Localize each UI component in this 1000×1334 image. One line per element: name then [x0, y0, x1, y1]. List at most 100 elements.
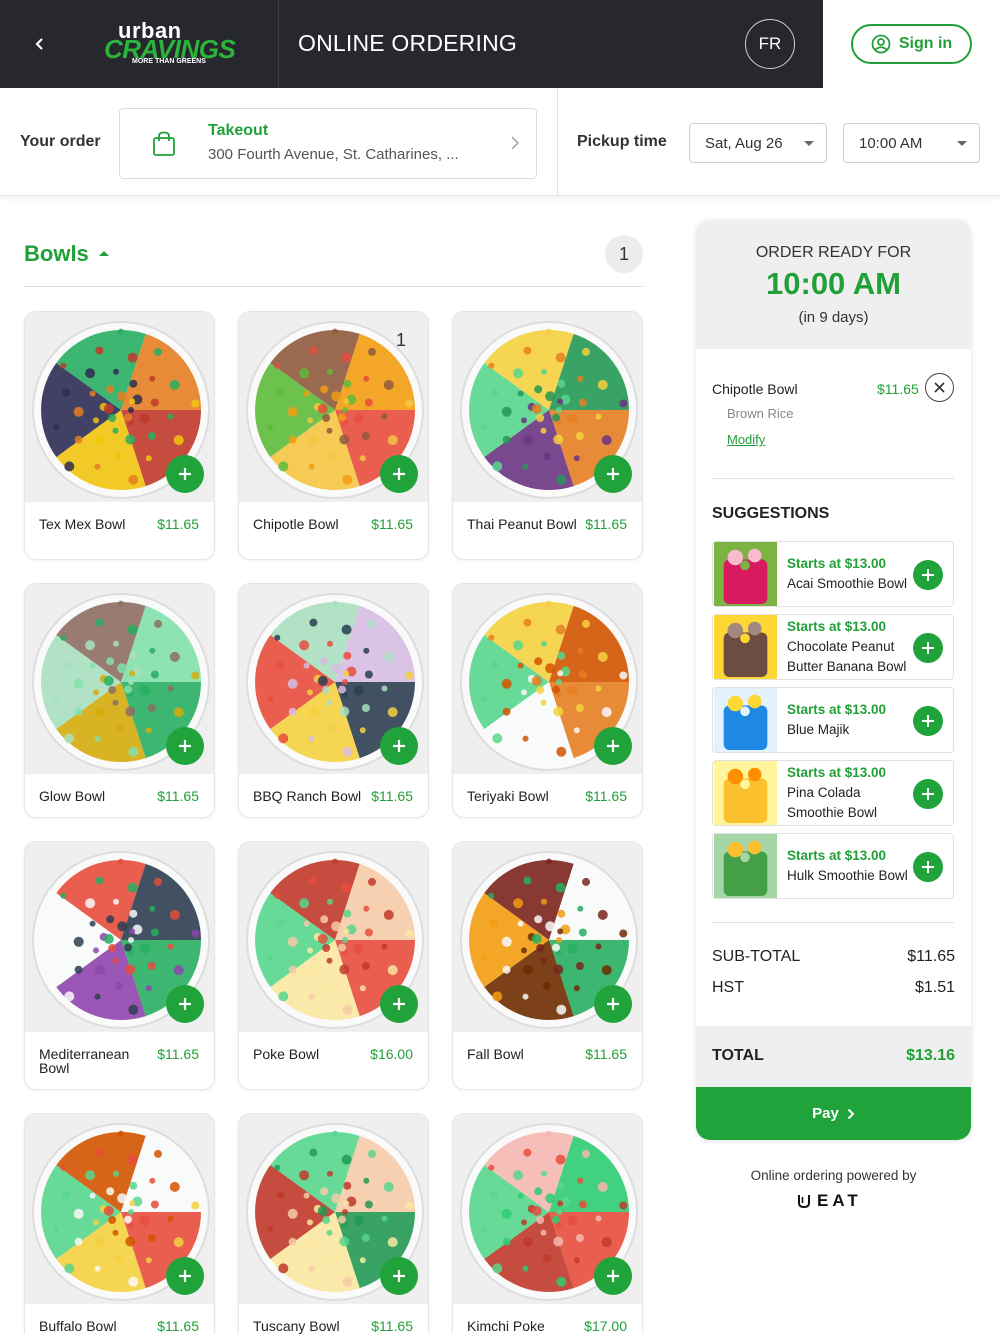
product-image	[25, 312, 214, 502]
add-to-cart-button[interactable]	[166, 985, 204, 1023]
product-price: $16.00	[370, 1046, 413, 1062]
product-name: Glow Bowl	[39, 788, 106, 804]
suggestion-item[interactable]: Starts at $13.00 Blue Majik	[712, 687, 954, 753]
product-price: $11.65	[371, 788, 413, 804]
plus-icon	[607, 998, 619, 1010]
add-to-cart-button[interactable]	[594, 1257, 632, 1295]
divider	[712, 478, 954, 479]
category-title: Bowls	[24, 241, 89, 266]
product-card[interactable]: Tuscany Bowl $11.65	[238, 1113, 429, 1334]
product-price: $11.65	[585, 1046, 627, 1062]
product-name: Teriyaki Bowl	[467, 788, 549, 804]
order-ready-days: (in 9 days)	[798, 309, 869, 326]
pickup-date-value: Sat, Aug 26	[705, 134, 783, 152]
product-image: 1	[239, 312, 428, 502]
order-ready-time: 10:00 AM	[766, 266, 901, 301]
pickup-time-label: Pickup time	[577, 133, 667, 150]
order-mode: Takeout	[208, 122, 269, 139]
signin-area: Sign in	[823, 0, 1000, 88]
subtotal-label: SUB-TOTAL	[712, 948, 801, 965]
brand-logo[interactable]: urban CRAVINGS MORE THAN GREENS	[94, 18, 236, 70]
product-name: BBQ Ranch Bowl	[253, 788, 362, 804]
add-suggestion-button[interactable]	[913, 560, 943, 590]
product-card[interactable]: Teriyaki Bowl $11.65	[452, 583, 643, 818]
product-card[interactable]: Fall Bowl $11.65	[452, 841, 643, 1090]
add-to-cart-button[interactable]	[594, 727, 632, 765]
product-price: $11.65	[157, 516, 199, 532]
product-card[interactable]: Kimchi Poke Bowl $17.00	[452, 1113, 643, 1334]
product-card[interactable]: Glow Bowl $11.65	[24, 583, 215, 818]
product-image	[25, 1114, 214, 1304]
product-name: Poke Bowl	[253, 1046, 320, 1062]
plus-icon	[393, 998, 405, 1010]
divider	[712, 922, 954, 923]
add-to-cart-button[interactable]	[594, 985, 632, 1023]
add-suggestion-button[interactable]	[913, 779, 943, 809]
plus-icon	[922, 861, 934, 873]
suggestion-name: Chocolate Peanut Butter Banana Bowl	[787, 639, 907, 674]
suggestion-name: Blue Majik	[787, 722, 850, 737]
add-to-cart-button[interactable]	[166, 455, 204, 493]
product-quantity-badge: 1	[395, 330, 406, 350]
add-to-cart-button[interactable]	[380, 1257, 418, 1295]
product-price: $11.65	[157, 1318, 199, 1334]
add-suggestion-button[interactable]	[913, 706, 943, 736]
add-to-cart-button[interactable]	[594, 455, 632, 493]
product-price: $11.65	[371, 1318, 413, 1334]
suggestion-thumbnail	[713, 761, 778, 825]
product-image	[239, 584, 428, 774]
sign-in-button[interactable]: Sign in	[851, 24, 972, 64]
plus-icon	[922, 788, 934, 800]
add-to-cart-button[interactable]	[380, 985, 418, 1023]
sign-in-label: Sign in	[898, 35, 953, 52]
suggestion-price: Starts at $13.00	[787, 556, 887, 571]
order-ready-box: ORDER READY FOR 10:00 AM (in 9 days)	[696, 220, 971, 349]
product-image	[453, 1114, 642, 1304]
add-to-cart-button[interactable]	[380, 455, 418, 493]
suggestion-name: Pina Colada Smoothie Bowl	[787, 785, 878, 820]
eat-logo-text: EAT	[817, 1191, 862, 1210]
add-to-cart-button[interactable]	[166, 727, 204, 765]
order-mode-selector[interactable]: Takeout 300 Fourth Avenue, St. Catharine…	[119, 108, 537, 179]
product-image	[453, 584, 642, 774]
product-image	[453, 312, 642, 502]
order-bar: Your order Takeout 300 Fourth Avenue, St…	[0, 88, 1000, 196]
add-suggestion-button[interactable]	[913, 633, 943, 663]
product-card[interactable]: Thai Peanut Bowl $11.65	[452, 311, 643, 560]
product-price: $11.65	[585, 788, 627, 804]
remove-item-button[interactable]	[925, 373, 954, 402]
suggestion-item[interactable]: Starts at $13.00 Pina Colada Smoothie Bo…	[712, 760, 954, 826]
suggestion-item[interactable]: Starts at $13.00 Chocolate Peanut Butter…	[712, 614, 954, 680]
plus-icon	[393, 1270, 405, 1282]
pickup-time-select[interactable]: 10:00 AM	[843, 123, 980, 163]
modify-item-link[interactable]: Modify	[727, 432, 765, 447]
pay-button[interactable]: Pay	[696, 1087, 971, 1140]
back-button[interactable]	[22, 26, 58, 62]
category-count-badge: 1	[605, 235, 643, 273]
caret-up-icon	[99, 251, 109, 256]
product-price: $11.65	[157, 1046, 199, 1062]
add-to-cart-button[interactable]	[166, 1257, 204, 1295]
chevron-right-icon	[511, 136, 520, 150]
product-card[interactable]: 1 Chipotle Bowl $11.65	[238, 311, 429, 560]
subtotal-value: $11.65	[907, 948, 955, 965]
product-card[interactable]: BBQ Ranch Bowl $11.65	[238, 583, 429, 818]
product-card[interactable]: Mediterranean Bowl $11.65	[24, 841, 215, 1090]
category-header[interactable]: Bowls 1	[24, 233, 643, 287]
product-image	[25, 842, 214, 1032]
pickup-date-select[interactable]: Sat, Aug 26	[689, 123, 827, 163]
product-card[interactable]: Tex Mex Bowl $11.65	[24, 311, 215, 560]
order-summary-panel: ORDER READY FOR 10:00 AM (in 9 days) Chi…	[696, 220, 971, 1140]
add-suggestion-button[interactable]	[913, 852, 943, 882]
suggestion-item[interactable]: Starts at $13.00 Acai Smoothie Bowl	[712, 541, 954, 607]
top-header: urban CRAVINGS MORE THAN GREENS ONLINE O…	[0, 0, 1000, 88]
language-toggle-button[interactable]: FR	[745, 19, 795, 69]
total-row: TOTAL $13.16	[696, 1026, 971, 1087]
suggestion-item[interactable]: Starts at $13.00 Hulk Smoothie Bowl	[712, 833, 954, 899]
product-card[interactable]: Buffalo Bowl $11.65	[24, 1113, 215, 1334]
add-to-cart-button[interactable]	[380, 727, 418, 765]
product-card[interactable]: Poke Bowl $16.00	[238, 841, 429, 1090]
plus-icon	[607, 468, 619, 480]
plus-icon	[179, 1270, 191, 1282]
suggestion-thumbnail	[713, 834, 778, 898]
